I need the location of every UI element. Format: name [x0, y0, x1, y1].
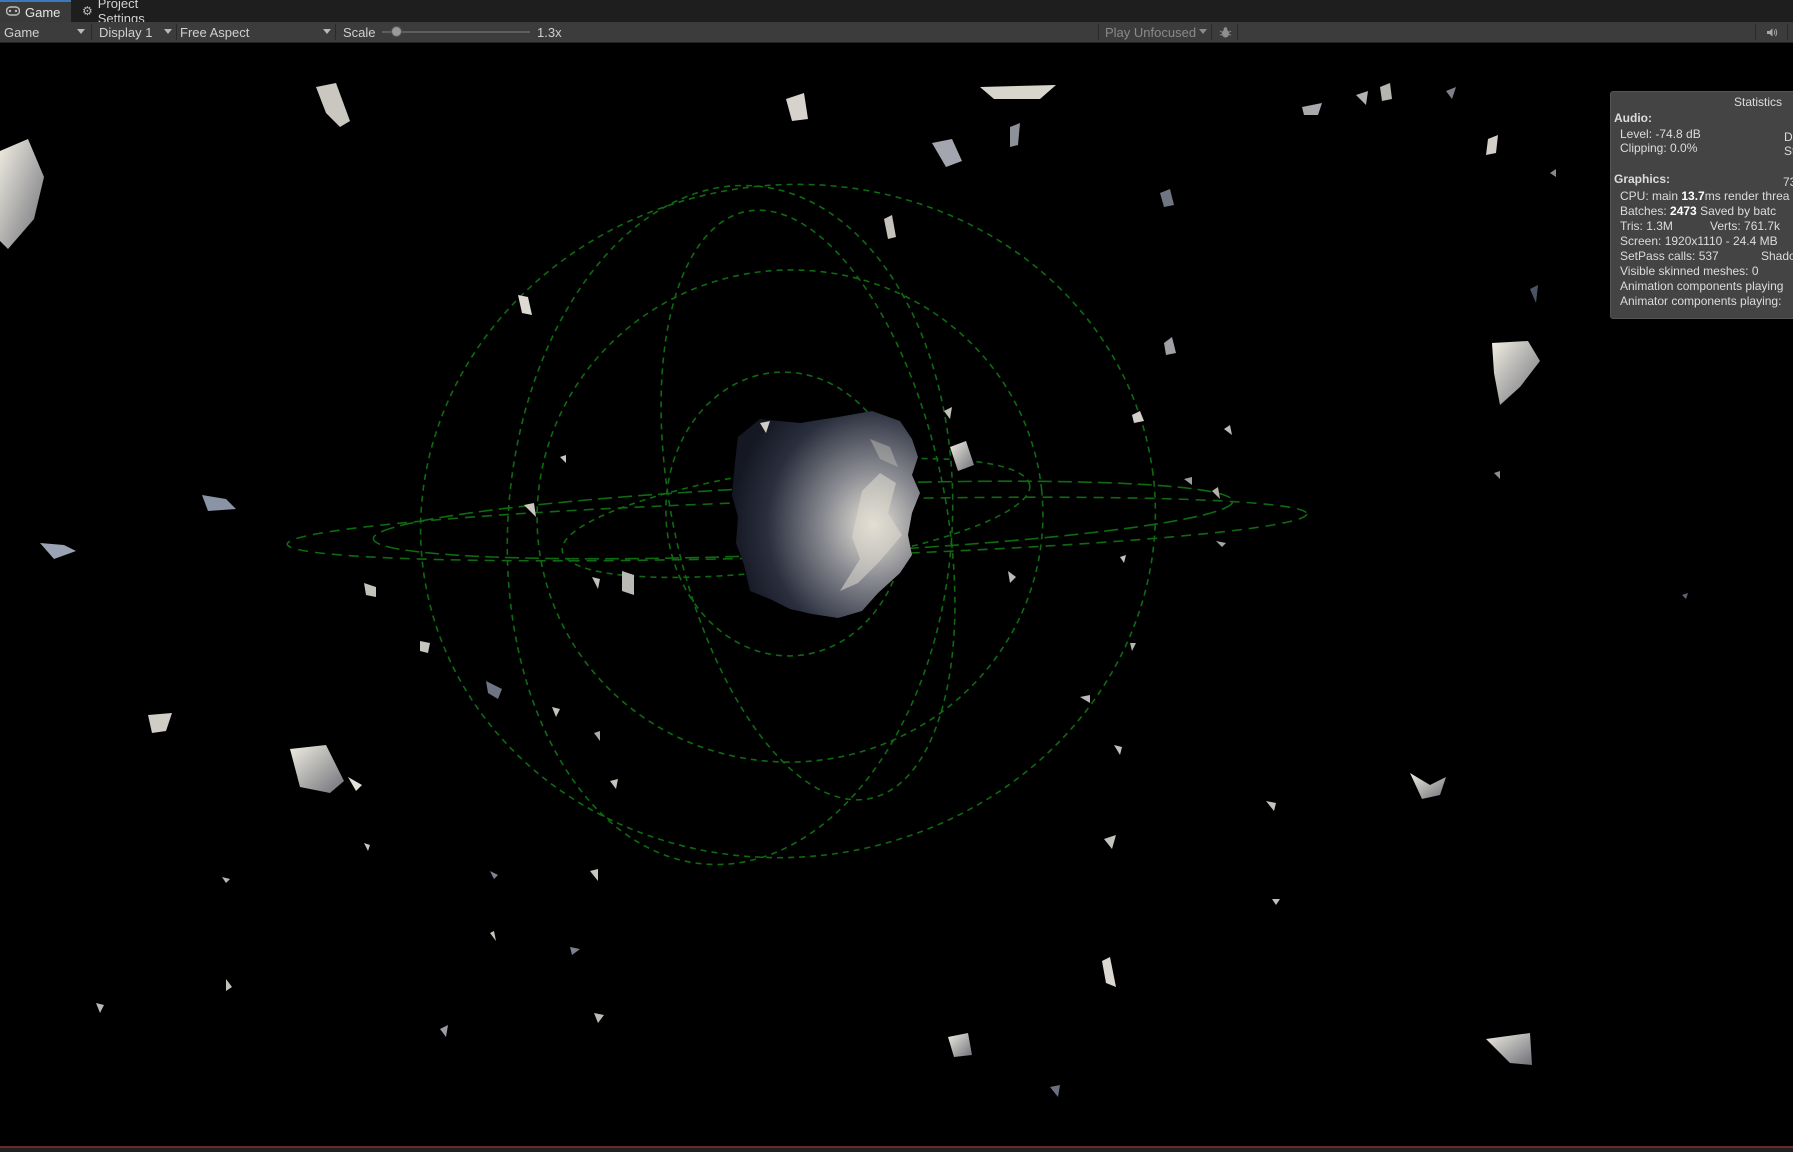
speaker-icon[interactable] — [1764, 22, 1780, 42]
screen-stat: Screen: 1920x1110 - 24.4 MB — [1620, 234, 1778, 248]
cpu-suffix: ms render threa — [1704, 189, 1790, 203]
chevron-down-icon — [323, 29, 331, 34]
aspect-select-label: Free Aspect — [180, 24, 250, 40]
toolbar-divider — [335, 24, 336, 40]
statistics-title: Statistics — [1734, 95, 1783, 109]
batches-value: 2473 — [1670, 204, 1697, 218]
animation-stat: Animation components playing — [1620, 279, 1784, 293]
graphics-header: Graphics: — [1614, 172, 1671, 186]
tris-stat: Tris: 1.3M — [1620, 219, 1673, 233]
scale-label-text: Scale — [343, 24, 376, 40]
toolbar-divider — [91, 24, 92, 40]
gamepad-icon — [5, 5, 21, 19]
toolbar-divider — [1755, 24, 1756, 40]
scale-value-text: 1.3x — [537, 24, 562, 40]
statistics-panel: Statistics Audio: Level: -74.8 dB Clippi… — [1610, 91, 1793, 319]
view-select-label: Game — [4, 24, 40, 40]
scale-value: 1.3x — [537, 22, 562, 42]
gear-icon: ⚙ — [82, 4, 93, 18]
scale-slider-track[interactable] — [382, 31, 530, 33]
tab-game-label: Game — [25, 4, 61, 20]
editor-status-strip — [0, 1146, 1793, 1152]
play-mode-label: Play Unfocused — [1105, 24, 1197, 40]
audio-header: Audio: — [1614, 111, 1652, 125]
aspect-select[interactable]: Free Aspect — [180, 22, 330, 42]
tab-project-settings[interactable]: ⚙ Project Settings — [76, 0, 196, 26]
toolbar-divider — [176, 24, 177, 40]
game-viewport[interactable]: Statistics Audio: Level: -74.8 dB Clippi… — [0, 43, 1793, 1146]
setpass-stat: SetPass calls: 537 — [1620, 249, 1719, 263]
display-select[interactable]: Display 1 — [99, 22, 171, 42]
batches-label: Batches: — [1620, 204, 1671, 218]
central-asteroid — [732, 411, 920, 618]
audio-stream: St — [1784, 144, 1793, 158]
skinned-meshes-stat: Visible skinned meshes: 0 — [1620, 264, 1759, 278]
cpu-value: 13.7 — [1681, 189, 1705, 203]
toolbar-divider — [1787, 24, 1788, 40]
cpu-stat: CPU: main 13.7ms render threa — [1620, 189, 1789, 203]
audio-level: Level: -74.8 dB — [1620, 127, 1701, 141]
scene-render — [0, 83, 1688, 1097]
shadow-stat: Shado — [1761, 249, 1793, 263]
scale-label: Scale — [343, 22, 376, 42]
chevron-down-icon — [164, 29, 172, 34]
toolbar-divider — [1098, 24, 1099, 40]
cpu-label: CPU: main — [1620, 189, 1682, 203]
play-mode-select[interactable]: Play Unfocused — [1105, 22, 1207, 42]
verts-stat: Verts: 761.7k — [1710, 219, 1781, 233]
batches-suffix: Saved by batc — [1696, 204, 1777, 218]
toolbar-divider — [1211, 24, 1212, 40]
display-select-label: Display 1 — [99, 24, 153, 40]
graphics-fps: 73 — [1783, 175, 1793, 189]
scale-slider-thumb[interactable] — [391, 26, 403, 37]
chevron-down-icon — [77, 29, 85, 34]
editor-tab-bar: Game ⚙ Project Settings — [0, 0, 1793, 26]
toolbar-divider — [1237, 24, 1238, 40]
game-view-toolbar: Game Display 1 Free Aspect Scale 1.3x Pl… — [0, 22, 1793, 43]
view-select[interactable]: Game — [4, 22, 88, 42]
batches-stat: Batches: 2473 Saved by batc — [1620, 204, 1776, 218]
tab-game[interactable]: Game — [0, 0, 71, 22]
audio-clipping: Clipping: 0.0% — [1620, 141, 1698, 155]
bug-icon[interactable] — [1216, 22, 1234, 42]
chevron-down-icon — [1199, 29, 1207, 34]
animator-stat: Animator components playing: — [1620, 294, 1782, 308]
audio-dsp: DS — [1784, 130, 1793, 144]
